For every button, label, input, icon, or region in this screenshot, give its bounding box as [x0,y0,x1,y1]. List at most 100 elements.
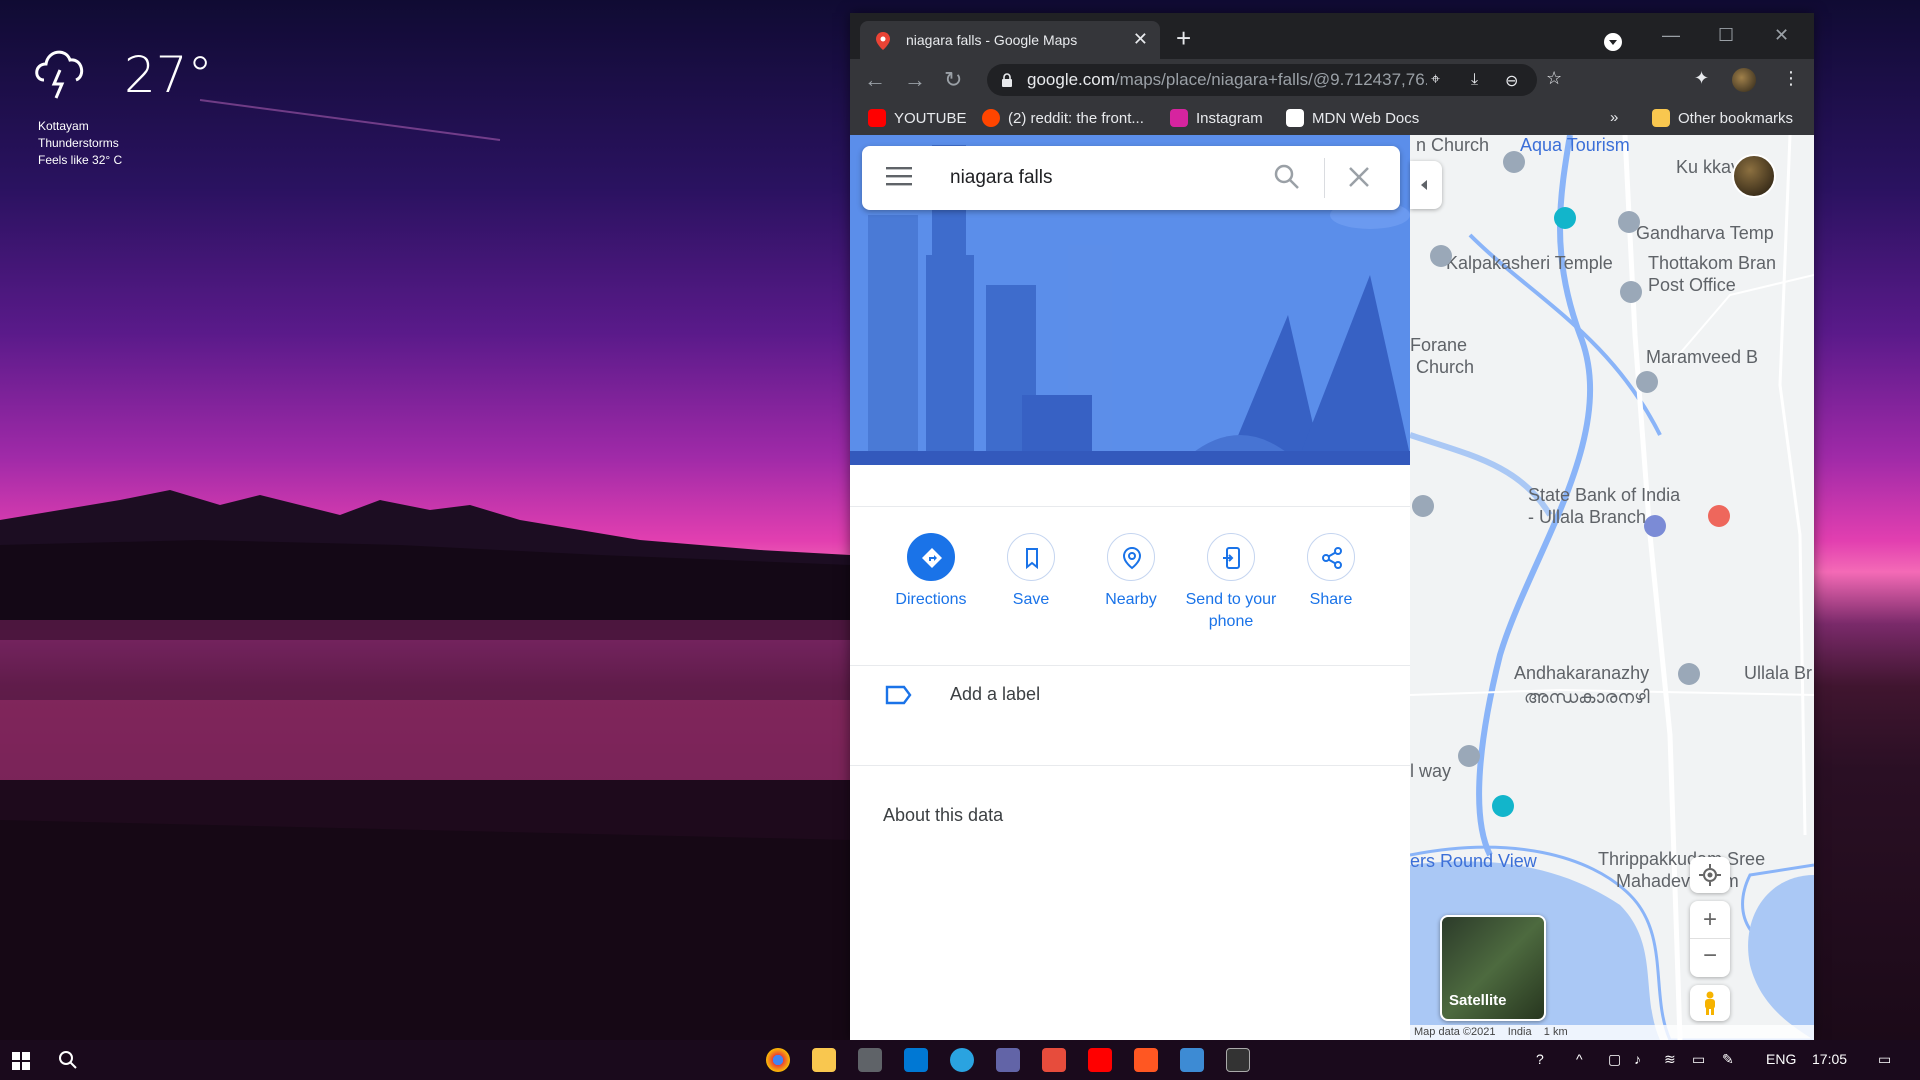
thunderstorm-icon [30,40,94,109]
map-label-aqua-tourism: Aqua Tourism [1520,135,1630,155]
back-icon[interactable]: ← [864,67,886,93]
label-icon [884,685,912,710]
bridge-pin-icon[interactable] [1678,663,1700,685]
pegman-button[interactable] [1690,985,1730,1021]
hospital-pin-icon[interactable] [1708,505,1730,527]
install-icon[interactable]: ⤓ [1471,71,1478,89]
calculator-icon[interactable] [858,1048,882,1072]
share-button[interactable]: Share [1281,533,1381,611]
weather-condition: Thunderstorms [38,136,119,150]
tab-search-icon[interactable] [1604,33,1622,51]
tab-google-maps[interactable]: niagara falls - Google Maps ✕ [860,21,1160,59]
youtube-taskbar-icon[interactable] [1088,1048,1112,1072]
app-icon[interactable] [1134,1048,1158,1072]
bookmark-mdn[interactable]: MDN Web Docs [1286,109,1419,127]
map-label-andhakaranazhy: Andhakaranazhy [1514,663,1650,683]
bridge-pin-icon[interactable] [1458,745,1480,767]
place-pin-icon[interactable] [1412,495,1434,517]
temple-pin-icon[interactable] [1618,211,1640,233]
address-bar[interactable]: google.com/maps/place/niagara+falls/@9.7… [987,64,1537,96]
post-office-pin-icon[interactable] [1620,281,1642,303]
terminal-icon[interactable] [1226,1048,1250,1072]
weather-location: Kottayam [38,119,89,133]
clear-search-icon[interactable] [1348,166,1370,193]
telegram-icon[interactable] [950,1048,974,1072]
map-label-ullala-branch: - Ullala Branch [1528,507,1647,527]
browser-menu-icon[interactable]: ⋮ [1782,68,1800,89]
bookmark-instagram[interactable]: Instagram [1170,109,1263,127]
place-pin-icon[interactable] [1503,151,1525,173]
search-box[interactable]: niagara falls [862,146,1400,210]
virtualbox-icon[interactable] [1180,1048,1204,1072]
new-tab-button[interactable]: + [1176,23,1191,54]
zoom-controls: + − [1690,901,1730,977]
close-tab-icon[interactable]: ✕ [1133,29,1148,50]
map-label-gandharva: Gandharva Temp [1636,223,1774,243]
volume-icon[interactable]: ♪ [1634,1051,1641,1067]
file-explorer-icon[interactable] [812,1048,836,1072]
tab-strip: niagara falls - Google Maps ✕ + — ☐ ✕ [850,13,1814,59]
p-app-icon[interactable] [1042,1048,1066,1072]
bookmarks-overflow-button[interactable]: » [1610,109,1618,126]
search-icon[interactable] [58,1050,78,1075]
reload-icon[interactable]: ↻ [944,67,962,93]
map-canvas[interactable]: n Church Aqua Tourism Ku kkav Gandharva … [1410,135,1814,1040]
account-avatar[interactable] [1732,154,1776,198]
temple-pin-icon[interactable] [1430,245,1452,267]
url-path: /maps/place/niagara+falls/@9.712437,76.3… [1114,70,1427,89]
wifi-icon[interactable]: ≋ [1664,1051,1676,1068]
bridge-pin-icon[interactable] [1636,371,1658,393]
bookmark-star-icon[interactable]: ☆ [1546,68,1562,89]
satellite-toggle[interactable]: Satellite [1440,915,1546,1021]
map-label-thrippakkudam: Thrippakkudam Sree [1598,849,1766,869]
chrome-taskbar-icon[interactable] [766,1048,790,1072]
menu-icon[interactable] [886,166,912,191]
map-label-church-top: n Church [1416,135,1490,155]
youtube-icon [868,109,886,127]
search-input[interactable]: niagara falls [950,167,1052,189]
collapse-panel-button[interactable] [1410,161,1442,209]
location-pin-icon[interactable]: ⌖ [1431,71,1440,89]
map-label-ullala-br: Ullala Br [1744,663,1813,683]
minimize-icon[interactable]: — [1662,25,1680,46]
folder-icon [1652,109,1670,127]
about-this-data-link[interactable]: About this data [883,805,1003,826]
device-icon[interactable]: ▢ [1608,1051,1621,1068]
vscode-icon[interactable] [904,1048,928,1072]
attraction-pin-icon[interactable] [1554,207,1576,229]
close-window-icon[interactable]: ✕ [1774,25,1789,46]
map-label-state-bank: State Bank of India [1528,485,1681,505]
zoom-in-button[interactable]: + [1690,901,1730,939]
search-separator [1324,158,1325,198]
my-location-button[interactable] [1690,857,1730,893]
notifications-icon[interactable]: ▭ [1878,1051,1891,1068]
profile-avatar[interactable] [1732,68,1756,92]
bookmark-youtube[interactable]: YOUTUBE [868,109,967,127]
help-icon[interactable]: ? [1536,1051,1544,1067]
send-to-phone-button[interactable]: Send to your phone [1181,533,1281,633]
windows-start-icon[interactable] [12,1052,30,1075]
bank-pin-icon[interactable] [1644,515,1666,537]
map-label-thottakom: Thottakom Bran [1648,253,1777,273]
battery-icon[interactable]: ▭ [1692,1051,1705,1068]
directions-button[interactable]: Directions [881,533,981,611]
other-bookmarks[interactable]: Other bookmarks [1652,109,1793,127]
bookmark-reddit[interactable]: (2) reddit: the front... [982,109,1144,127]
tray-expand-icon[interactable]: ^ [1576,1051,1583,1067]
taskbar: ? ^ ▢ ♪ ≋ ▭ ✎ ENG 17:05 ▭ [0,1040,1920,1080]
search-icon[interactable] [1274,164,1300,195]
zoom-out-button[interactable]: − [1690,939,1730,977]
teams-icon[interactable] [996,1048,1020,1072]
extensions-icon[interactable]: ✦ [1694,68,1709,89]
attraction-pin-icon[interactable] [1492,795,1514,817]
clock[interactable]: 17:05 [1812,1051,1847,1067]
map-label-round-view: ers Round View [1410,851,1537,871]
zoom-icon[interactable]: ⊖ [1505,71,1518,91]
add-label-row[interactable]: Add a label [850,665,1410,725]
save-button[interactable]: Save [981,533,1081,611]
forward-icon[interactable]: → [904,67,926,93]
language-indicator[interactable]: ENG [1766,1051,1796,1067]
nearby-button[interactable]: Nearby [1081,533,1181,611]
maximize-icon[interactable]: ☐ [1718,25,1734,46]
pen-icon[interactable]: ✎ [1722,1051,1734,1068]
